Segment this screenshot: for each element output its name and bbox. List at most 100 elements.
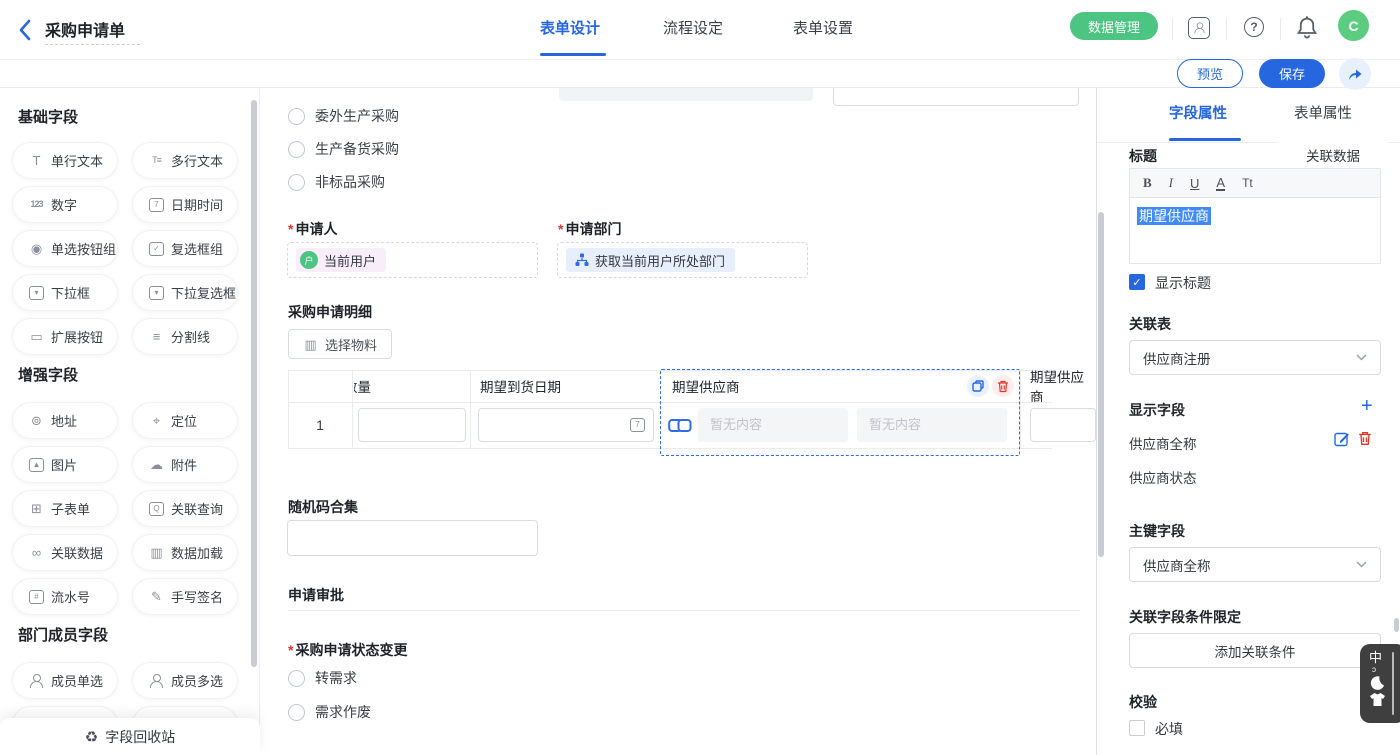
field-item-relation-query[interactable]: Q关联查询 <box>132 490 238 527</box>
current-user-chip[interactable]: 户 当前用户 <box>296 248 386 272</box>
delete-field-icon[interactable] <box>1358 431 1372 446</box>
user-icon: 户 <box>300 251 318 269</box>
field-item-extend-button[interactable]: ▭扩展按钮 <box>12 318 118 355</box>
column-header-expected-supplier-2[interactable]: 期望供应商 <box>1030 370 1096 402</box>
avatar[interactable]: C <box>1338 10 1369 41</box>
select-material-button[interactable]: ▥ 选择物料 <box>288 329 392 359</box>
font-size-button[interactable]: Tt <box>1242 176 1253 190</box>
field-label: 流水号 <box>51 587 90 606</box>
bold-button[interactable]: B <box>1143 175 1152 191</box>
show-title-checkbox[interactable]: ✓ <box>1129 274 1145 290</box>
delete-column-button[interactable] <box>992 375 1014 397</box>
column-header-qty[interactable]: 数量 <box>354 370 464 402</box>
checkbox-group-icon: ✓ <box>149 242 164 256</box>
copy-column-button[interactable] <box>967 375 989 397</box>
data-manage-button[interactable]: 数据管理 <box>1070 12 1158 40</box>
field-item-data-load[interactable]: ▥数据加载 <box>132 534 238 571</box>
field-recycle-bin[interactable]: ♻ 字段回收站 <box>0 718 260 755</box>
field-item-member-multi[interactable]: 成员多选 <box>132 662 238 699</box>
relation-table-select[interactable]: 供应商注册 <box>1129 340 1381 375</box>
contacts-icon[interactable] <box>1188 17 1210 39</box>
radio-icon[interactable] <box>288 670 305 687</box>
required-checkbox[interactable] <box>1129 720 1145 736</box>
back-icon[interactable] <box>18 19 32 41</box>
field-label: 下拉复选框 <box>171 283 236 302</box>
field-item-member-single[interactable]: 成员单选 <box>12 662 118 699</box>
panel-scrollbar[interactable] <box>1394 618 1399 632</box>
selected-text: 期望供应商 <box>1137 207 1211 225</box>
section-title-basic: 基础字段 <box>18 106 78 127</box>
edit-field-icon[interactable] <box>1334 431 1350 447</box>
field-label: 单行文本 <box>51 151 103 170</box>
expected-date-input[interactable]: 7 <box>478 408 654 442</box>
italic-button[interactable]: I <box>1169 175 1173 191</box>
field-item-image[interactable]: ▲图片 <box>12 446 118 483</box>
random-code-input[interactable] <box>287 520 538 556</box>
radio-icon[interactable] <box>288 141 305 158</box>
display-field-item[interactable]: 供应商全称 <box>1129 433 1197 453</box>
title-edit-underline[interactable] <box>45 44 140 45</box>
ime-icon[interactable]: 中 <box>1369 650 1382 665</box>
radio-icon[interactable] <box>288 174 305 191</box>
field-item-signature[interactable]: ✎手写签名 <box>132 578 238 615</box>
data-load-icon: ▥ <box>149 546 164 559</box>
radio-option[interactable]: 生产备货采购 <box>288 139 399 159</box>
field-item-dropdown[interactable]: ▾下拉框 <box>12 274 118 311</box>
display-field-item[interactable]: 供应商状态 <box>1129 467 1197 487</box>
radio-option[interactable]: 委外生产采购 <box>288 106 399 126</box>
preview-button[interactable]: 预览 <box>1177 59 1243 88</box>
font-color-button[interactable]: A <box>1216 176 1225 191</box>
field-item-number[interactable]: 123数字 <box>12 186 118 223</box>
field-item-serial-number[interactable]: #流水号 <box>12 578 118 615</box>
dark-mode-moon-icon[interactable] <box>1369 675 1385 691</box>
relation-data-icon[interactable] <box>668 417 692 434</box>
field-item-single-line-text[interactable]: T单行文本 <box>12 142 118 179</box>
field-item-location[interactable]: ⌖定位 <box>132 402 238 439</box>
field-item-sub-form[interactable]: ⊞子表单 <box>12 490 118 527</box>
field-item-attachment[interactable]: ☁附件 <box>132 446 238 483</box>
tab-form-properties[interactable]: 表单属性 <box>1294 102 1352 123</box>
field-item-multi-dropdown[interactable]: ▾下拉复选框 <box>132 274 238 311</box>
radio-icon[interactable] <box>288 108 305 125</box>
radio-option[interactable]: 非标品采购 <box>288 172 385 192</box>
applicant-field[interactable]: 户 当前用户 <box>287 242 538 278</box>
tab-form-design[interactable]: 表单设计 <box>540 17 600 38</box>
tab-form-setting[interactable]: 表单设置 <box>793 17 853 38</box>
tab-field-properties[interactable]: 字段属性 <box>1169 102 1227 123</box>
field-item-relation-data[interactable]: ∞关联数据 <box>12 534 118 571</box>
browser-extension-widget[interactable]: 中 ɔ <box>1360 644 1400 723</box>
column-header-expected-date[interactable]: 期望到货日期 <box>480 370 660 402</box>
radio-icon[interactable] <box>288 704 305 721</box>
field-item-checkbox-group[interactable]: ✓复选框组 <box>132 230 238 267</box>
primary-field-select[interactable]: 供应商全称 <box>1129 547 1381 582</box>
column-header-expected-supplier[interactable]: 期望供应商 <box>672 370 872 402</box>
divider <box>1280 18 1281 40</box>
underline-button[interactable]: U <box>1190 176 1199 191</box>
radio-option[interactable]: 需求作废 <box>288 702 371 722</box>
canvas-scrollbar[interactable] <box>1098 212 1104 557</box>
field-item-divider-line[interactable]: ≡分割线 <box>132 318 238 355</box>
form-canvas: 委外生产采购 生产备货采购 非标品采购 申请人 户 当前用户 申请部门 获取当前… <box>260 88 1096 755</box>
sidebar-scrollbar[interactable] <box>251 100 257 667</box>
field-item-radio-group[interactable]: ◉单选按钮组 <box>12 230 118 267</box>
add-condition-button[interactable]: 添加关联条件 <box>1129 633 1381 668</box>
save-button[interactable]: 保存 <box>1259 59 1325 88</box>
department-field[interactable]: 获取当前用户所处部门 <box>557 242 808 278</box>
help-icon[interactable]: ? <box>1244 17 1264 37</box>
department-chip[interactable]: 获取当前用户所处部门 <box>566 248 735 272</box>
add-display-field-button[interactable]: + <box>1361 398 1373 414</box>
tab-flow-setting[interactable]: 流程设定 <box>663 17 723 38</box>
relation-table-label: 关联表 <box>1129 314 1171 334</box>
theme-shirt-icon[interactable] <box>1369 692 1386 707</box>
field-item-datetime[interactable]: 7日期时间 <box>132 186 238 223</box>
bell-icon[interactable] <box>1296 15 1318 39</box>
share-button[interactable] <box>1339 58 1371 90</box>
field-label: 关联查询 <box>171 499 223 518</box>
radio-option[interactable]: 转需求 <box>288 668 357 688</box>
supplier2-input[interactable] <box>1030 408 1096 442</box>
field-item-multi-line-text[interactable]: T≡多行文本 <box>132 142 238 179</box>
field-item-address[interactable]: ⊚地址 <box>12 402 118 439</box>
qty-input[interactable] <box>358 408 466 442</box>
field-title-editor[interactable]: 期望供应商 <box>1129 198 1381 264</box>
supplier-status-placeholder: 暂无内容 <box>857 408 1007 442</box>
